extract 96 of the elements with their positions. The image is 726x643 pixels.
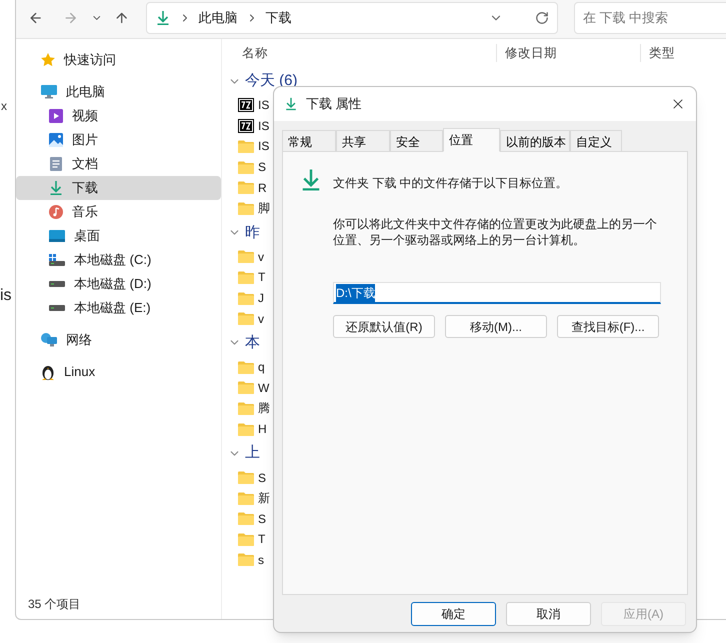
sidebar-item[interactable]: 桌面 [16,224,221,248]
file-name[interactable]: IS [258,138,270,154]
tab[interactable]: 安全 [390,130,443,151]
penguin-icon [40,363,56,381]
folder-icon [238,312,254,326]
folder-icon [238,202,254,215]
location-value: D:\下载 [336,284,376,302]
file-name[interactable]: IS [258,97,270,114]
monitor-icon [40,84,58,100]
file-name[interactable]: q [258,359,265,376]
file-name[interactable]: R [258,180,267,196]
background-text: x [0,98,8,115]
sidebar-item[interactable]: 图片 [16,128,221,152]
folder-icon [238,553,254,566]
dialog-button[interactable]: 确定 [411,602,496,626]
column-header[interactable]: 修改日期 [496,44,640,62]
file-name[interactable]: H [258,421,267,438]
tab[interactable]: 自定义 [570,130,622,151]
group-header[interactable]: 昨 [245,222,260,243]
action-button[interactable]: 查找目标(F)... [557,315,659,338]
sidebar-item[interactable]: 网络 [16,328,221,352]
sidebar-item[interactable]: 文档 [16,152,221,176]
file-name[interactable]: W [258,380,270,396]
desktop-icon [48,229,66,243]
archive-icon [238,98,254,112]
file-name[interactable]: IS [258,118,270,134]
download-icon [284,97,298,111]
sidebar-item[interactable]: 下载 [16,176,221,200]
music-icon [48,204,64,220]
breadcrumb[interactable]: 下载 [266,8,292,28]
sidebar-item[interactable]: 视频 [16,104,221,128]
help-text: 你可以将此文件夹中文件存储的位置更改为此硬盘上的另一个位置、另一个驱动器或网络上的另一台计算机。 [333,216,658,248]
file-name[interactable]: v [258,310,264,327]
sidebar-item[interactable]: 本地磁盘 (D:) [16,272,221,296]
refresh-icon[interactable] [535,10,550,24]
folder-icon [238,422,254,436]
folder-icon [238,292,254,305]
folder-icon [238,402,254,415]
archive-icon [238,118,254,133]
folder-icon [238,140,254,153]
window-title: 下载 属性 [306,95,362,114]
file-name[interactable]: 新 [258,490,270,506]
file-name[interactable]: s [258,552,264,568]
column-header[interactable]: 名称 [222,44,496,62]
folder-icon [238,492,254,505]
folder-icon [238,160,254,174]
column-header[interactable]: 类型 [640,44,675,62]
address-bar[interactable]: 此电脑 下载 [146,2,558,34]
download-icon [154,10,171,26]
file-name[interactable]: 脚 [258,200,270,216]
search-field[interactable]: 在 下载 中搜索 [574,2,726,34]
file-name[interactable]: S [258,470,266,486]
group-header[interactable]: 上 [245,443,260,464]
background-text: is [0,286,13,306]
folder-icon [238,270,254,284]
sidebar-item[interactable]: 本地磁盘 (E:) [16,296,221,320]
file-name[interactable]: 腾 [258,400,270,416]
action-button[interactable]: 移动(M)... [445,315,547,338]
file-name[interactable]: T [258,531,266,548]
folder-icon [238,512,254,526]
folder-icon [238,250,254,264]
sidebar-item[interactable]: 本地磁盘 (C:) [16,248,221,272]
breadcrumb[interactable]: 此电脑 [198,8,238,28]
tab[interactable]: 位置 [443,128,500,152]
file-name[interactable]: J [258,290,264,306]
description-text: 文件夹 下载 中的文件存储于以下目标位置。 [333,175,568,192]
file-name[interactable]: S [258,159,266,176]
video-icon [48,108,64,124]
action-button[interactable]: 还原默认值(R) [333,315,435,338]
dialog-button[interactable]: 取消 [506,602,591,626]
tab[interactable]: 常规 [282,130,336,151]
tab[interactable]: 共享 [336,130,390,151]
drive-icon [48,303,66,313]
network-icon [40,332,58,348]
folder-icon [238,532,254,546]
file-name[interactable]: T [258,269,266,286]
drive-icon [48,253,66,267]
sidebar-item[interactable]: 音乐 [16,200,221,224]
file-name[interactable]: S [258,510,266,527]
download-icon [48,180,64,196]
folder-icon [238,181,254,194]
drive-icon [48,279,66,289]
folder-icon [238,471,254,484]
folder-icon [238,360,254,374]
sidebar-item[interactable]: Linux [16,360,221,384]
tab[interactable]: 以前的版本 [500,130,570,151]
document-icon [48,156,64,172]
file-name[interactable]: v [258,248,264,265]
sidebar-item[interactable]: 此电脑 [16,80,221,104]
image-icon [48,132,64,148]
sidebar-item[interactable]: 快速访问 [16,48,221,72]
folder-icon [238,381,254,394]
group-header[interactable]: 本 [245,332,260,353]
star-icon [40,52,56,68]
location-field[interactable]: D:\下载 [333,282,661,304]
item-count-text: 35 个项目 [27,596,82,613]
